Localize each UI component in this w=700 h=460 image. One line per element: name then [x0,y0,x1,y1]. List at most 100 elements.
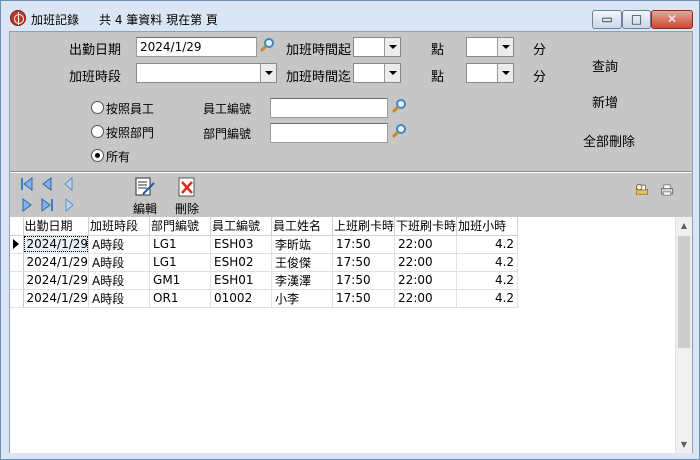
start-hour-select[interactable] [353,37,401,57]
row-indicator [10,253,24,272]
table-cell[interactable]: ESH02 [210,253,273,272]
table-cell[interactable]: 李昕竑 [271,235,334,254]
radio-by-dept[interactable] [91,125,104,138]
table-cell[interactable]: LG1 [149,253,212,272]
next-page-icon[interactable] [20,198,34,212]
table-row[interactable]: 2024/1/29 A時段 LG1 ESH02 王俊傑 17:50 22:00 … [10,253,519,272]
column-header[interactable]: 加班小時 [456,217,519,236]
table-cell[interactable]: 2024/1/29 [23,271,90,290]
chevron-down-icon[interactable] [497,64,513,82]
maximize-button[interactable]: □ [622,10,651,29]
employee-search-icon[interactable] [390,98,408,116]
table-cell[interactable]: 22:00 [394,289,458,308]
table-cell[interactable]: 01002 [210,289,273,308]
table-cell[interactable]: 22:00 [394,253,458,272]
filter-panel: 出勤日期 2024/1/29 加班時間起 點 分 加班時段 加班時間迄 點 分 … [10,32,692,172]
start-minute-unit: 分 [533,43,547,58]
table-cell[interactable]: 李漢澤 [271,271,334,290]
column-header[interactable]: 員工編號 [210,217,273,236]
table-cell[interactable]: GM1 [149,271,212,290]
employee-no-input[interactable] [270,98,388,118]
delete-button[interactable]: 刪除 [172,176,202,217]
table-cell[interactable]: A時段 [88,235,151,254]
start-hour-unit: 點 [431,43,445,58]
dept-search-icon[interactable] [390,123,408,141]
chevron-down-icon[interactable] [384,64,400,82]
prev-record-icon[interactable] [40,177,54,191]
delete-label: 刪除 [174,202,199,216]
table-cell[interactable]: 2024/1/29 [23,235,90,254]
radio-by-employee[interactable] [91,101,104,114]
table-cell[interactable]: A時段 [88,271,151,290]
table-cell[interactable]: 17:50 [332,271,396,290]
record-count-info: 共 4 筆資料 現在第 頁 [99,13,218,27]
table-cell[interactable]: 4.2 [456,253,519,272]
table-cell[interactable]: ESH01 [210,271,273,290]
chevron-down-icon[interactable] [497,38,513,56]
table-cell[interactable]: 17:50 [332,289,396,308]
chevron-down-icon[interactable] [384,38,400,56]
dept-no-input[interactable] [270,123,388,143]
shift-select[interactable] [136,63,277,83]
query-button[interactable]: 查詢 [565,57,645,79]
radio-all[interactable] [91,149,104,162]
table-header-row: 出勤日期 加班時段 部門編號 員工編號 員工姓名 上班刷卡時 下班刷卡時 加班小… [10,217,519,236]
table-cell[interactable]: 22:00 [394,271,458,290]
table-cell[interactable]: 17:50 [332,253,396,272]
table-row[interactable]: 2024/1/29 A時段 OR1 01002 小李 17:50 22:00 4… [10,289,519,308]
scroll-down-icon[interactable]: ▼ [676,436,692,453]
printer-icon[interactable] [660,183,682,203]
table-cell[interactable]: 小李 [271,289,334,308]
table-cell[interactable]: 4.2 [456,289,519,308]
column-header[interactable]: 員工姓名 [271,217,334,236]
last-record-icon[interactable] [62,198,76,212]
table-cell[interactable]: 2024/1/29 [23,289,90,308]
radio-by-employee-label[interactable]: 按照員工 [106,100,154,117]
next-record-icon[interactable] [40,198,54,212]
scroll-thumb[interactable] [678,236,690,348]
column-header[interactable]: 下班刷卡時 [394,217,458,236]
table-row[interactable]: 2024/1/29 A時段 GM1 ESH01 李漢澤 17:50 22:00 … [10,271,519,290]
delete-icon [176,176,198,198]
column-header[interactable]: 加班時段 [88,217,151,236]
chevron-down-icon[interactable] [260,64,276,82]
table-row[interactable]: 2024/1/29 A時段 LG1 ESH03 李昕竑 17:50 22:00 … [10,235,519,254]
table-cell[interactable]: 王俊傑 [271,253,334,272]
minimize-button[interactable]: ▭ [592,10,622,29]
table-cell[interactable]: LG1 [149,235,212,254]
delete-all-button[interactable]: 全部刪除 [565,132,653,154]
table-cell[interactable]: 4.2 [456,235,519,254]
dept-no-label: 部門編號 [203,127,252,141]
column-header[interactable]: 上班刷卡時 [332,217,396,236]
table-cell[interactable]: 17:50 [332,235,396,254]
vertical-scrollbar[interactable]: ▲ ▼ [675,217,692,453]
table-cell[interactable]: ESH03 [210,235,273,254]
records-grid[interactable]: 出勤日期 加班時段 部門編號 員工編號 員工姓名 上班刷卡時 下班刷卡時 加班小… [10,217,692,453]
close-button[interactable]: ✕ [651,10,693,29]
table-cell[interactable]: A時段 [88,253,151,272]
add-button[interactable]: 新增 [565,93,645,115]
end-minute-select[interactable] [466,63,514,83]
radio-by-dept-label[interactable]: 按照部門 [106,124,154,141]
table-cell[interactable]: 22:00 [394,235,458,254]
date-search-icon[interactable] [258,37,276,55]
date-input[interactable]: 2024/1/29 [136,37,257,57]
radio-all-label[interactable]: 所有 [106,148,130,165]
app-logo-icon [10,10,26,26]
table-cell[interactable]: 4.2 [456,271,519,290]
column-header[interactable]: 部門編號 [149,217,212,236]
first-record-icon[interactable] [20,177,34,191]
shift-label: 加班時段 [69,70,122,85]
table-cell[interactable]: 2024/1/29 [23,253,90,272]
table-cell[interactable]: A時段 [88,289,151,308]
print-preview-icon[interactable] [635,183,655,203]
prev-page-icon[interactable] [62,177,76,191]
start-minute-select[interactable] [466,37,514,57]
table-cell[interactable]: OR1 [149,289,212,308]
current-row-indicator [10,235,24,254]
title-bar[interactable]: 加班記錄 共 4 筆資料 現在第 頁 ▭ □ ✕ [1,1,699,31]
end-hour-select[interactable] [353,63,401,83]
edit-button[interactable]: 編輯 [130,176,160,217]
scroll-up-icon[interactable]: ▲ [676,217,692,234]
column-header[interactable]: 出勤日期 [23,217,90,236]
